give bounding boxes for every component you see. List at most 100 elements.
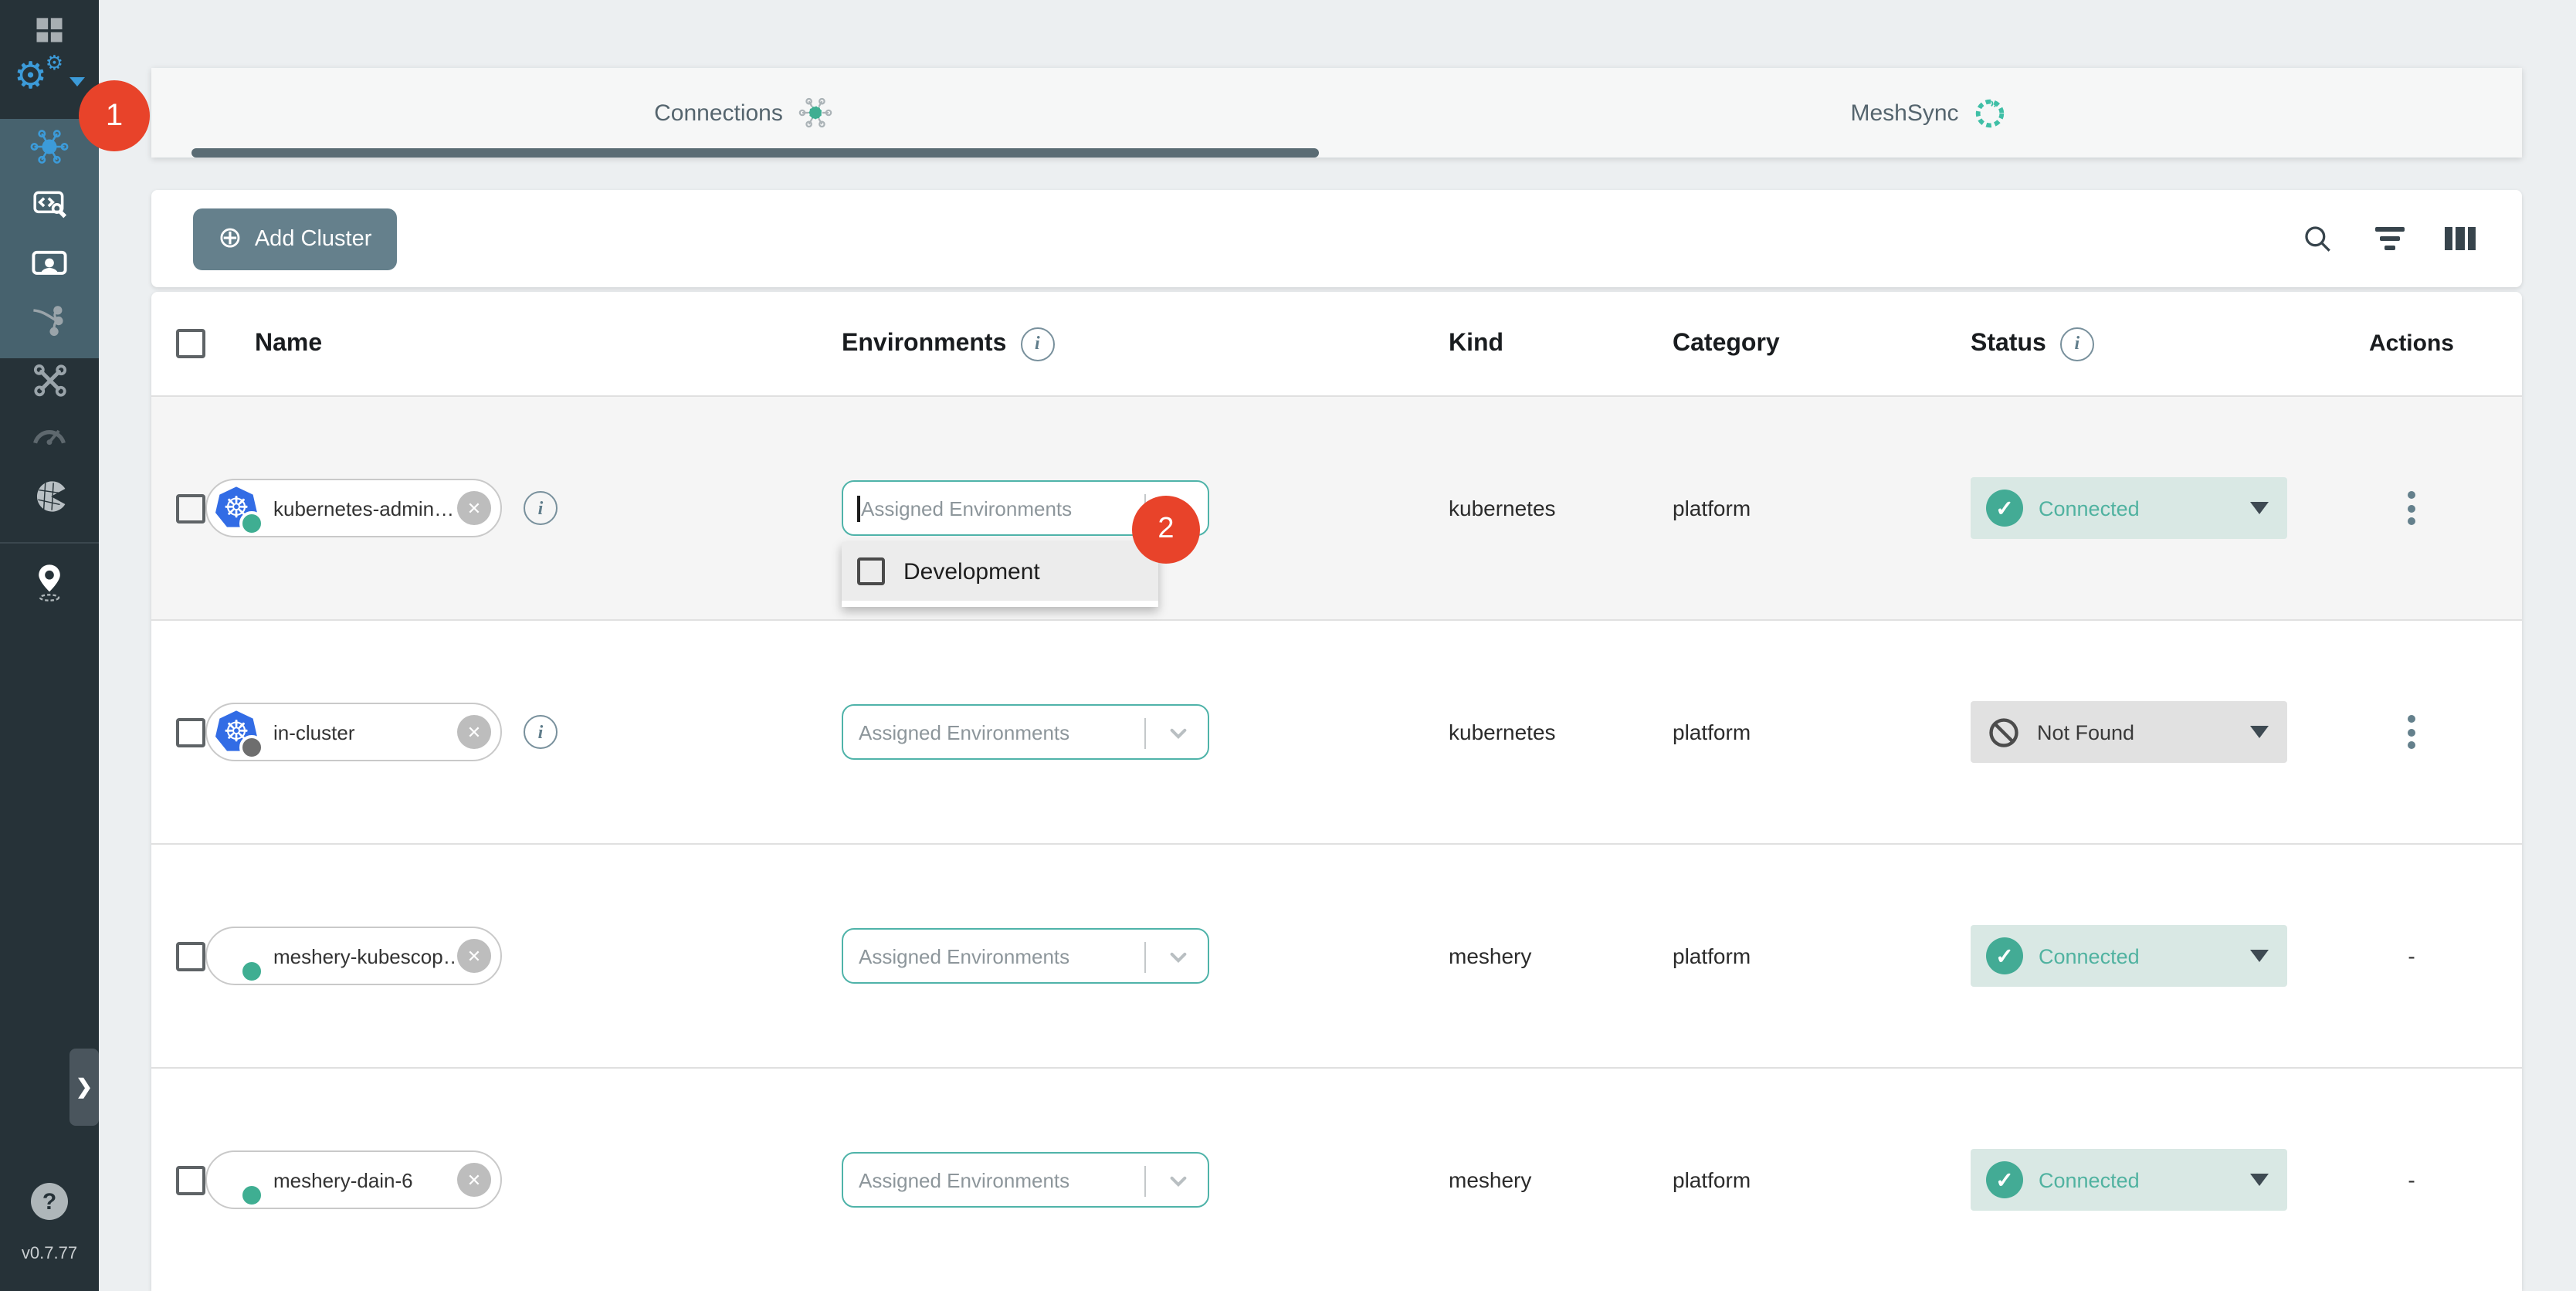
sidebar-item-environments[interactable] [0, 561, 99, 604]
header-name: Name [205, 330, 842, 357]
connection-chip[interactable]: ☸ kubernetes-admin… ✕ [205, 479, 502, 537]
sidebar-item-meshmap[interactable] [0, 477, 99, 516]
gears-icon: ⚙⚙ [14, 62, 60, 102]
sidebar-divider [0, 542, 99, 544]
chevron-down-icon[interactable] [1163, 718, 1194, 749]
row-checkbox[interactable] [176, 1165, 205, 1194]
select-all-checkbox[interactable] [176, 329, 205, 358]
sidebar-item-performance[interactable] [0, 415, 99, 456]
connection-name: meshery-dain-6 [273, 1168, 457, 1191]
caret-down-icon [2250, 950, 2269, 962]
connections-mesh-icon [797, 94, 834, 131]
environment-option-development[interactable]: Development [842, 542, 1158, 601]
info-icon[interactable]: i [524, 715, 558, 749]
filter-icon[interactable] [2374, 227, 2404, 250]
text-cursor [857, 495, 859, 521]
dashboard-icon [32, 12, 66, 46]
header-category: Category [1673, 330, 1971, 357]
view-columns-icon[interactable] [2444, 227, 2476, 250]
category-cell: platform [1673, 720, 1971, 744]
presence-dot [239, 959, 264, 984]
tab-meshsync[interactable]: MeshSync [1337, 68, 2522, 158]
connection-chip[interactable]: meshery-dain-6 ✕ [205, 1150, 502, 1209]
annotation-marker-2: 2 [1132, 496, 1200, 564]
environments-placeholder: Assigned Environments [859, 944, 1069, 967]
annotation-marker-1: 1 [79, 80, 150, 151]
table-header: Name Environments i Kind Category Status… [151, 292, 2522, 395]
category-cell: platform [1673, 1167, 1971, 1192]
environments-select[interactable]: Assigned Environments [842, 928, 1209, 984]
tab-bar: Connections MeshSync [151, 68, 2522, 158]
tab-connections[interactable]: Connections [151, 68, 1337, 158]
environments-select[interactable]: Assigned Environments [842, 704, 1209, 760]
row-checkbox[interactable] [176, 941, 205, 971]
chevron-down-icon[interactable] [1163, 1166, 1194, 1197]
presence-dot [239, 511, 264, 536]
info-icon[interactable]: i [2060, 327, 2094, 361]
environments-placeholder: Assigned Environments [861, 496, 1072, 520]
category-cell: platform [1673, 944, 1971, 968]
remove-x-icon[interactable]: ✕ [457, 939, 491, 973]
presence-dot [239, 1183, 264, 1208]
branch-nodes-icon [29, 301, 69, 341]
row-checkbox[interactable] [176, 717, 205, 747]
connections-mesh-icon [29, 127, 69, 167]
chevron-down-icon[interactable] [1163, 942, 1194, 973]
kebab-menu-icon[interactable] [2401, 485, 2422, 531]
environments-placeholder: Assigned Environments [859, 1168, 1069, 1191]
caret-down-icon [2250, 726, 2269, 738]
remove-x-icon[interactable]: ✕ [457, 1163, 491, 1197]
toolbar: ⊕ Add Cluster [151, 190, 2522, 287]
presence-dot [239, 735, 264, 760]
check-circle-icon: ✓ [1986, 937, 2023, 974]
kind-cell: kubernetes [1449, 496, 1673, 520]
row-checkbox[interactable] [176, 493, 205, 523]
kind-cell: meshery [1449, 1167, 1673, 1192]
kebab-menu-icon[interactable] [2401, 709, 2422, 755]
status-badge[interactable]: ✓ Connected [1971, 1149, 2287, 1211]
header-environments: Environments [842, 330, 1006, 357]
environments-select[interactable]: Assigned Environments [842, 1152, 1209, 1208]
status-badge[interactable]: ✓ Connected [1971, 477, 2287, 539]
actions-empty: - [2408, 1167, 2415, 1192]
add-cluster-button[interactable]: ⊕ Add Cluster [193, 208, 396, 269]
actions-empty: - [2408, 944, 2415, 968]
location-pin-icon [29, 561, 69, 604]
remove-x-icon[interactable]: ✕ [457, 715, 491, 749]
connection-name: kubernetes-admin… [273, 496, 457, 520]
connection-chip[interactable]: meshery-kubescop… ✕ [205, 927, 502, 985]
search-icon[interactable] [2300, 222, 2334, 256]
sidebar-lifecycle-submenu [0, 119, 99, 358]
sidebar-expand-button[interactable]: ❯ [69, 1049, 99, 1126]
sidebar-item-dashboard[interactable] [0, 12, 99, 46]
check-circle-icon: ✓ [1986, 490, 2023, 527]
table-row: ☸ kubernetes-admin… ✕ i Assigned Environ… [151, 395, 2522, 619]
sidebar-item-adapters[interactable] [0, 185, 99, 224]
active-tab-indicator [192, 148, 1319, 158]
code-wrench-icon [30, 185, 69, 224]
connection-name: meshery-kubescop… [273, 944, 457, 967]
help-icon: ? [31, 1183, 68, 1220]
tab-meshsync-label: MeshSync [1850, 100, 1958, 126]
option-label: Development [903, 558, 1040, 585]
info-icon[interactable]: i [524, 491, 558, 525]
plus-circle-icon: ⊕ [218, 224, 242, 253]
connection-chip[interactable]: ☸ in-cluster ✕ [205, 703, 502, 761]
connection-name: in-cluster [273, 720, 457, 744]
option-checkbox[interactable] [857, 557, 885, 585]
kind-cell: kubernetes [1449, 720, 1673, 744]
caret-down-icon [2250, 1174, 2269, 1186]
environments-dropdown: Development [842, 542, 1158, 607]
table-row: meshery-dain-6 ✕ Assigned Environments m… [151, 1067, 2522, 1291]
remove-x-icon[interactable]: ✕ [457, 491, 491, 525]
sidebar-item-pipeline[interactable] [0, 301, 99, 341]
info-icon[interactable]: i [1020, 327, 1054, 361]
header-actions: Actions [2301, 330, 2522, 357]
kind-cell: meshery [1449, 944, 1673, 968]
sidebar-item-profiles[interactable] [0, 244, 99, 284]
blocked-icon [1986, 714, 2022, 750]
help-button[interactable]: ? [0, 1183, 99, 1220]
status-badge[interactable]: Not Found [1971, 701, 2287, 763]
sidebar-item-toolkit[interactable] [0, 361, 99, 400]
status-badge[interactable]: ✓ Connected [1971, 925, 2287, 987]
